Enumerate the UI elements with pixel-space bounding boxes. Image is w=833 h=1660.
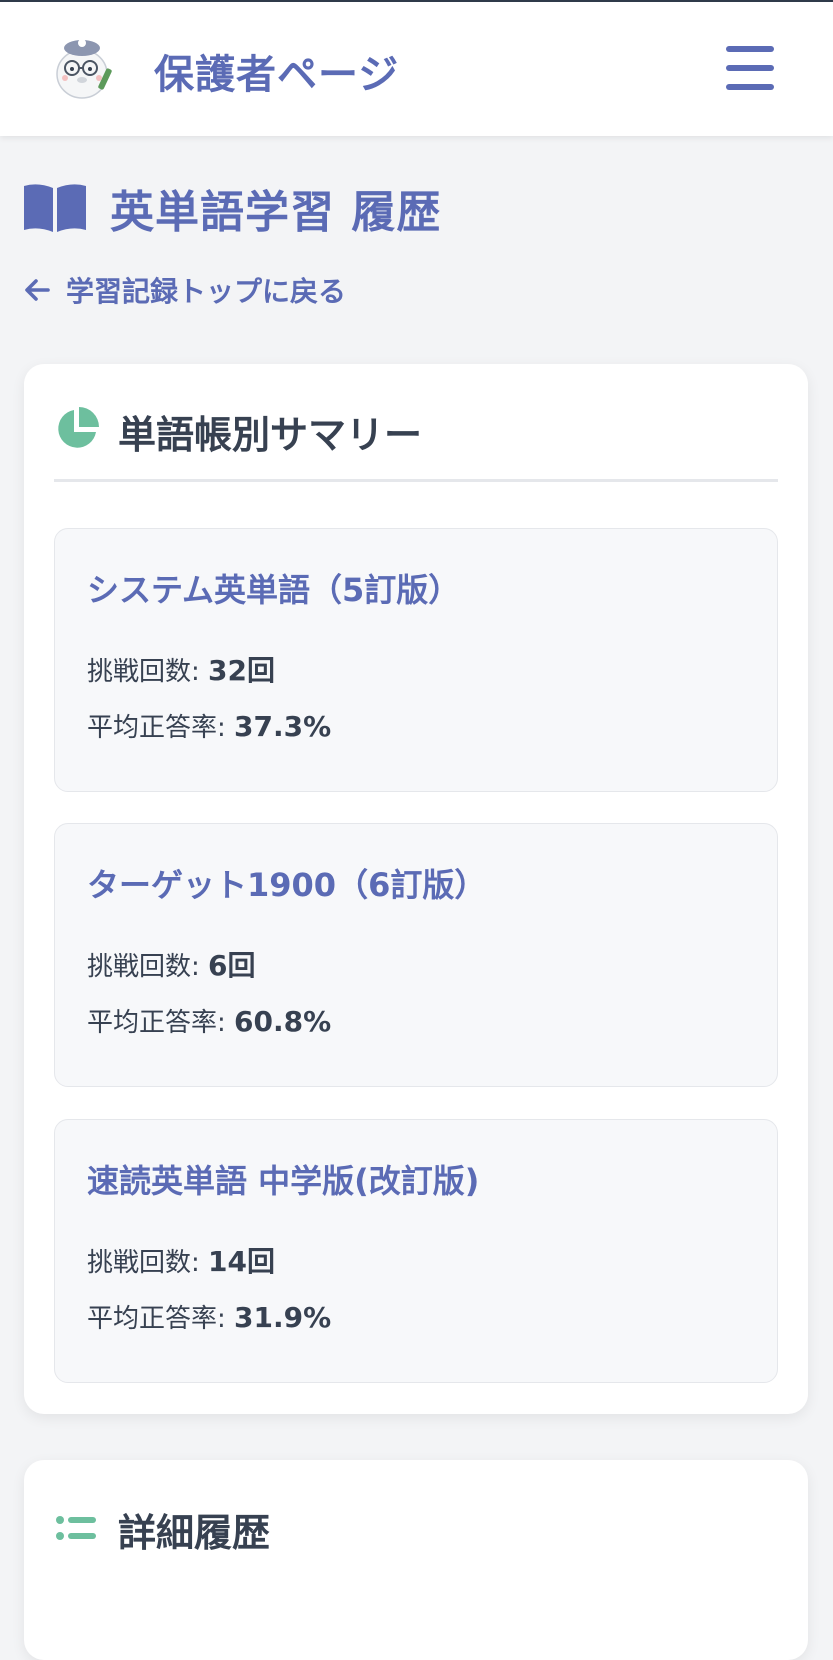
wordbook-name: 速読英単語 中学版(改訂版): [87, 1162, 480, 1200]
attempts-value: 14回: [208, 1245, 275, 1278]
accuracy-value: 37.3%: [234, 710, 332, 743]
wordbook-summary-item: システム英単語（5訂版） 挑戦回数: 32回 平均正答率: 37.3%: [54, 528, 778, 792]
detail-heading: 詳細履歴: [118, 1511, 271, 1555]
mascot-logo-icon[interactable]: [48, 34, 118, 104]
attempts-value: 32回: [208, 654, 275, 687]
detail-history-card: 詳細履歴: [24, 1460, 808, 1660]
accuracy-stat: 平均正答率: 60.8%: [87, 1002, 331, 1039]
site-title: 保護者ページ: [154, 52, 400, 98]
attempts-label: 挑戦回数:: [87, 657, 200, 687]
back-link-label: 学習記録トップに戻る: [66, 275, 347, 308]
attempts-stat: 挑戦回数: 6回: [87, 944, 256, 984]
wordbook-name: システム英単語（5訂版）: [87, 571, 461, 609]
attempts-stat: 挑戦回数: 14回: [87, 1240, 275, 1280]
wordbook-name: ターゲット1900（6訂版）: [87, 866, 487, 904]
accuracy-stat: 平均正答率: 31.9%: [87, 1298, 331, 1335]
detail-card-header: 詳細履歴: [54, 1490, 778, 1578]
hamburger-menu-icon: [726, 46, 774, 52]
accuracy-label: 平均正答率:: [87, 1304, 226, 1334]
back-to-records-link[interactable]: 学習記録トップに戻る: [22, 268, 346, 312]
wordbook-summary-item: 速読英単語 中学版(改訂版) 挑戦回数: 14回 平均正答率: 31.9%: [54, 1119, 778, 1383]
accuracy-value: 60.8%: [234, 1005, 332, 1038]
list-icon: [56, 1516, 96, 1540]
attempts-stat: 挑戦回数: 32回: [87, 649, 275, 689]
attempts-value: 6回: [208, 949, 256, 982]
arrow-left-icon: [25, 279, 50, 301]
attempts-label: 挑戦回数:: [87, 952, 200, 982]
accuracy-label: 平均正答率:: [87, 1008, 226, 1038]
page-title: 英単語学習 履歴: [22, 176, 441, 240]
wordbook-summary-item: ターゲット1900（6訂版） 挑戦回数: 6回 平均正答率: 60.8%: [54, 823, 778, 1087]
pie-chart-icon: [58, 407, 99, 448]
hamburger-line: [726, 65, 774, 71]
hamburger-line: [726, 84, 774, 90]
accuracy-label: 平均正答率:: [87, 713, 226, 743]
accuracy-value: 31.9%: [234, 1301, 332, 1334]
summary-card-header: 単語帳別サマリー: [54, 394, 778, 482]
summary-heading: 単語帳別サマリー: [118, 413, 423, 457]
top-header: 保護者ページ: [0, 0, 833, 136]
summary-card: 単語帳別サマリー システム英単語（5訂版） 挑戦回数: 32回 平均正答率: 3…: [24, 364, 808, 1414]
attempts-label: 挑戦回数:: [87, 1248, 200, 1278]
page-title-text: 英単語学習 履歴: [110, 187, 442, 238]
hamburger-menu-button[interactable]: [722, 44, 778, 92]
accuracy-stat: 平均正答率: 37.3%: [87, 707, 331, 744]
book-open-icon: [24, 184, 86, 232]
